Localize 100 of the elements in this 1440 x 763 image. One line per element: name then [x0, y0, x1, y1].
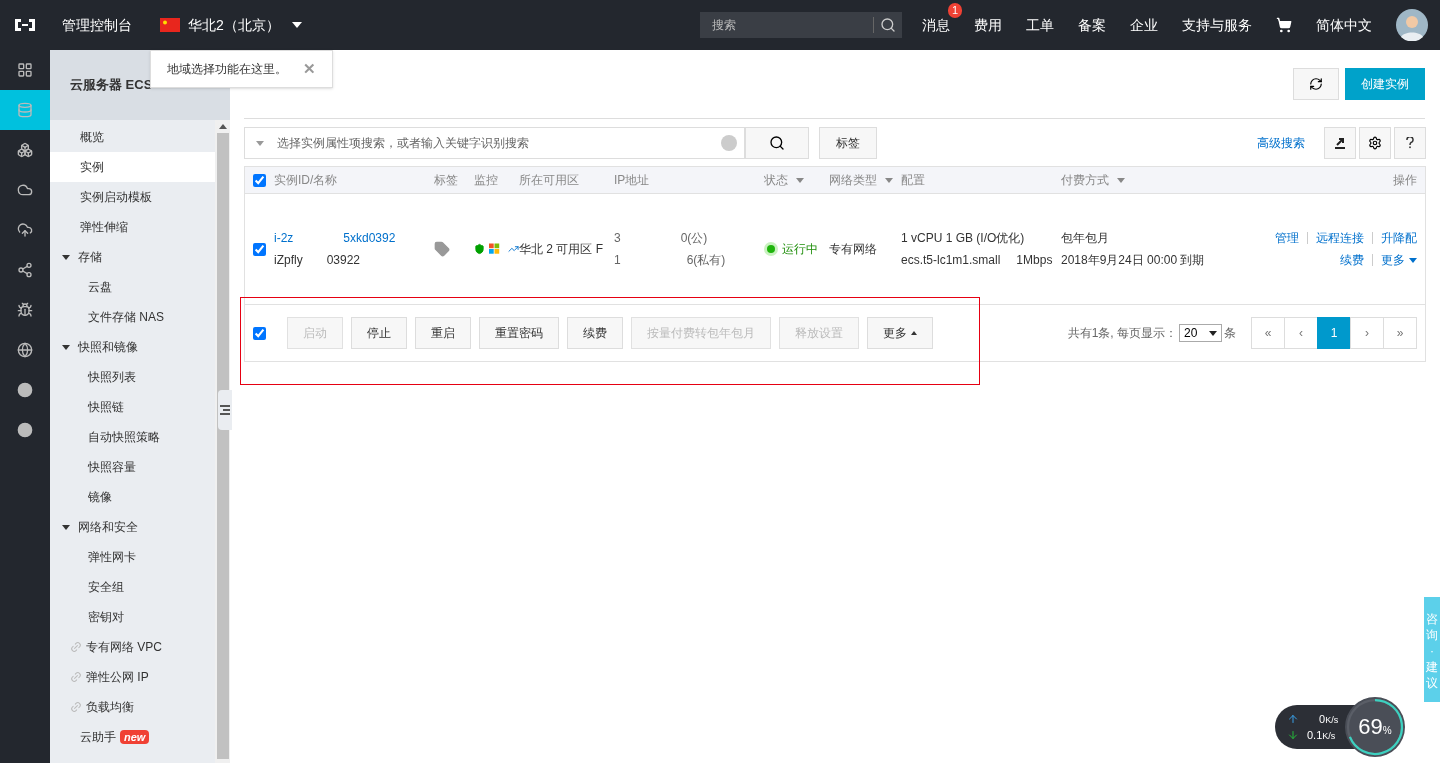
bulk-action-button[interactable]: 更多 — [867, 317, 933, 349]
bulk-checkbox[interactable] — [253, 326, 266, 340]
advanced-search-link[interactable]: 高级搜索 — [1257, 134, 1305, 152]
page-button[interactable]: › — [1350, 317, 1384, 349]
sort-caret-icon — [796, 177, 804, 183]
public-ip: 3 0(公) — [614, 230, 709, 247]
rail-icon — [17, 302, 33, 318]
sidebar-item[interactable]: 概览 — [50, 122, 215, 152]
search-button[interactable] — [745, 127, 809, 159]
column-header: 标签 — [434, 172, 458, 189]
consult-char: · — [1430, 643, 1434, 659]
download-icon — [1287, 729, 1299, 742]
settings-button[interactable] — [1359, 127, 1391, 159]
sidebar-item[interactable]: 自动快照策略 — [50, 422, 215, 452]
rail-icon — [17, 102, 33, 118]
instance-type: ecs.t5-lc1m1.small — [901, 252, 1001, 269]
nav-link[interactable]: 费用 — [974, 17, 1002, 33]
sidebar-group[interactable]: 快照和镜像 — [50, 332, 215, 362]
bandwidth: 1Mbps — [1016, 252, 1053, 269]
avatar[interactable] — [1396, 9, 1428, 41]
flag-icon — [160, 18, 180, 32]
column-header: IP地址 — [614, 172, 650, 189]
sidebar-item-label: 实例 — [80, 159, 104, 176]
sidebar-item[interactable]: 实例启动模板 — [50, 182, 215, 212]
tag-icon — [434, 241, 450, 257]
tag-button[interactable]: 标签 — [819, 127, 877, 159]
nav-link[interactable]: 工单 — [1026, 17, 1054, 33]
sidebar-item[interactable]: 快照链 — [50, 392, 215, 422]
page-button[interactable]: ‹ — [1284, 317, 1318, 349]
filter-search-field[interactable]: 选择实例属性项搜索，或者输入关键字识别搜索 — [244, 127, 745, 159]
instance-id-link[interactable]: i-2z 5xkd0392 — [274, 229, 434, 247]
logo-icon[interactable] — [13, 17, 37, 33]
sidebar-item-label: 云助手 — [80, 729, 116, 746]
upload-speed: 0K/s — [1319, 711, 1339, 727]
row-checkbox[interactable] — [253, 242, 266, 256]
sidebar-item[interactable]: 密钥对 — [50, 602, 215, 632]
search-icon — [880, 17, 896, 33]
sidebar-item[interactable]: 镜像 — [50, 482, 215, 512]
network-type: 专有网络 — [829, 242, 877, 256]
help-button[interactable] — [1394, 127, 1426, 159]
new-badge: new — [120, 730, 150, 744]
bulk-action-button[interactable]: 重置密码 — [479, 317, 559, 349]
sidebar-item[interactable]: 安全组 — [50, 572, 215, 602]
bulk-action-button[interactable]: 重启 — [415, 317, 471, 349]
sidebar-item[interactable]: 云盘 — [50, 272, 215, 302]
sidebar-item[interactable]: 文件存储 NAS — [50, 302, 215, 332]
nav-link[interactable]: 支持与服务 — [1182, 17, 1252, 33]
config-spec: 1 vCPU 1 GB (I/O优化) — [901, 230, 1026, 247]
sidebar-item[interactable]: 快照容量 — [50, 452, 215, 482]
region-selector[interactable]: 华北2（北京） — [160, 14, 302, 36]
cart-icon[interactable] — [1276, 17, 1292, 33]
notification-badge: 1 — [947, 3, 962, 18]
export-button[interactable] — [1324, 127, 1356, 159]
refresh-button[interactable] — [1293, 68, 1339, 100]
nav-link[interactable]: 消息 — [922, 17, 950, 33]
instance-name: iZpfly 03922 — [274, 252, 362, 269]
status-text: 运行中 — [782, 241, 818, 258]
action-link[interactable]: 管理 — [1275, 229, 1299, 247]
select-all-checkbox[interactable] — [253, 173, 266, 187]
collapse-handle[interactable] — [218, 390, 232, 430]
action-link[interactable]: 升降配 — [1381, 229, 1417, 247]
console-title[interactable]: 管理控制台 — [62, 14, 132, 36]
caret-icon — [62, 344, 70, 350]
usage-percent: 69% — [1358, 716, 1392, 738]
settings-icon — [1368, 136, 1382, 150]
page-button[interactable]: « — [1251, 317, 1285, 349]
scrollbar[interactable] — [215, 120, 230, 763]
column-header: 操作 — [1393, 172, 1417, 189]
sidebar-link[interactable]: 负载均衡 — [50, 692, 215, 722]
sidebar-item[interactable]: 快照列表 — [50, 362, 215, 392]
sidebar-item[interactable]: 云助手 new — [50, 722, 215, 752]
bulk-action-button[interactable]: 停止 — [351, 317, 407, 349]
page-button[interactable]: » — [1383, 317, 1417, 349]
action-link[interactable]: 更多 — [1381, 251, 1417, 269]
sidebar-group[interactable]: 存储 — [50, 242, 215, 272]
sidebar-group[interactable]: 网络和安全 — [50, 512, 215, 542]
page-size-select[interactable]: 20 — [1179, 324, 1222, 342]
nav-link[interactable]: 备案 — [1078, 17, 1106, 33]
sidebar-item[interactable]: 实例 — [50, 152, 215, 182]
sidebar-link[interactable]: 专有网络 VPC — [50, 632, 215, 662]
sidebar-item-label: 实例启动模板 — [80, 189, 152, 206]
sidebar-link[interactable]: 弹性公网 IP — [50, 662, 215, 692]
search-field[interactable]: 搜索 — [700, 12, 902, 38]
rail-icon — [17, 182, 33, 198]
private-ip: 1 6(私有) — [614, 252, 727, 269]
shield-icon — [474, 242, 485, 256]
caret-icon — [1409, 257, 1417, 263]
usage-gauge-drawing — [1345, 697, 1405, 757]
action-link[interactable]: 续费 — [1340, 251, 1364, 269]
nav-link[interactable]: 企业 — [1130, 17, 1158, 33]
language-link[interactable]: 简体中文 — [1304, 14, 1384, 36]
caret-icon — [911, 331, 917, 335]
action-link[interactable]: 远程连接 — [1316, 229, 1364, 247]
sidebar-item[interactable]: 弹性网卡 — [50, 542, 215, 572]
caret-icon — [62, 524, 70, 530]
rail-icon — [17, 422, 33, 438]
help-icon — [1406, 137, 1414, 149]
sidebar-item[interactable]: 弹性伸缩 — [50, 212, 215, 242]
page-size-unit: 条 — [1224, 325, 1236, 342]
bulk-action-button[interactable]: 续费 — [567, 317, 623, 349]
